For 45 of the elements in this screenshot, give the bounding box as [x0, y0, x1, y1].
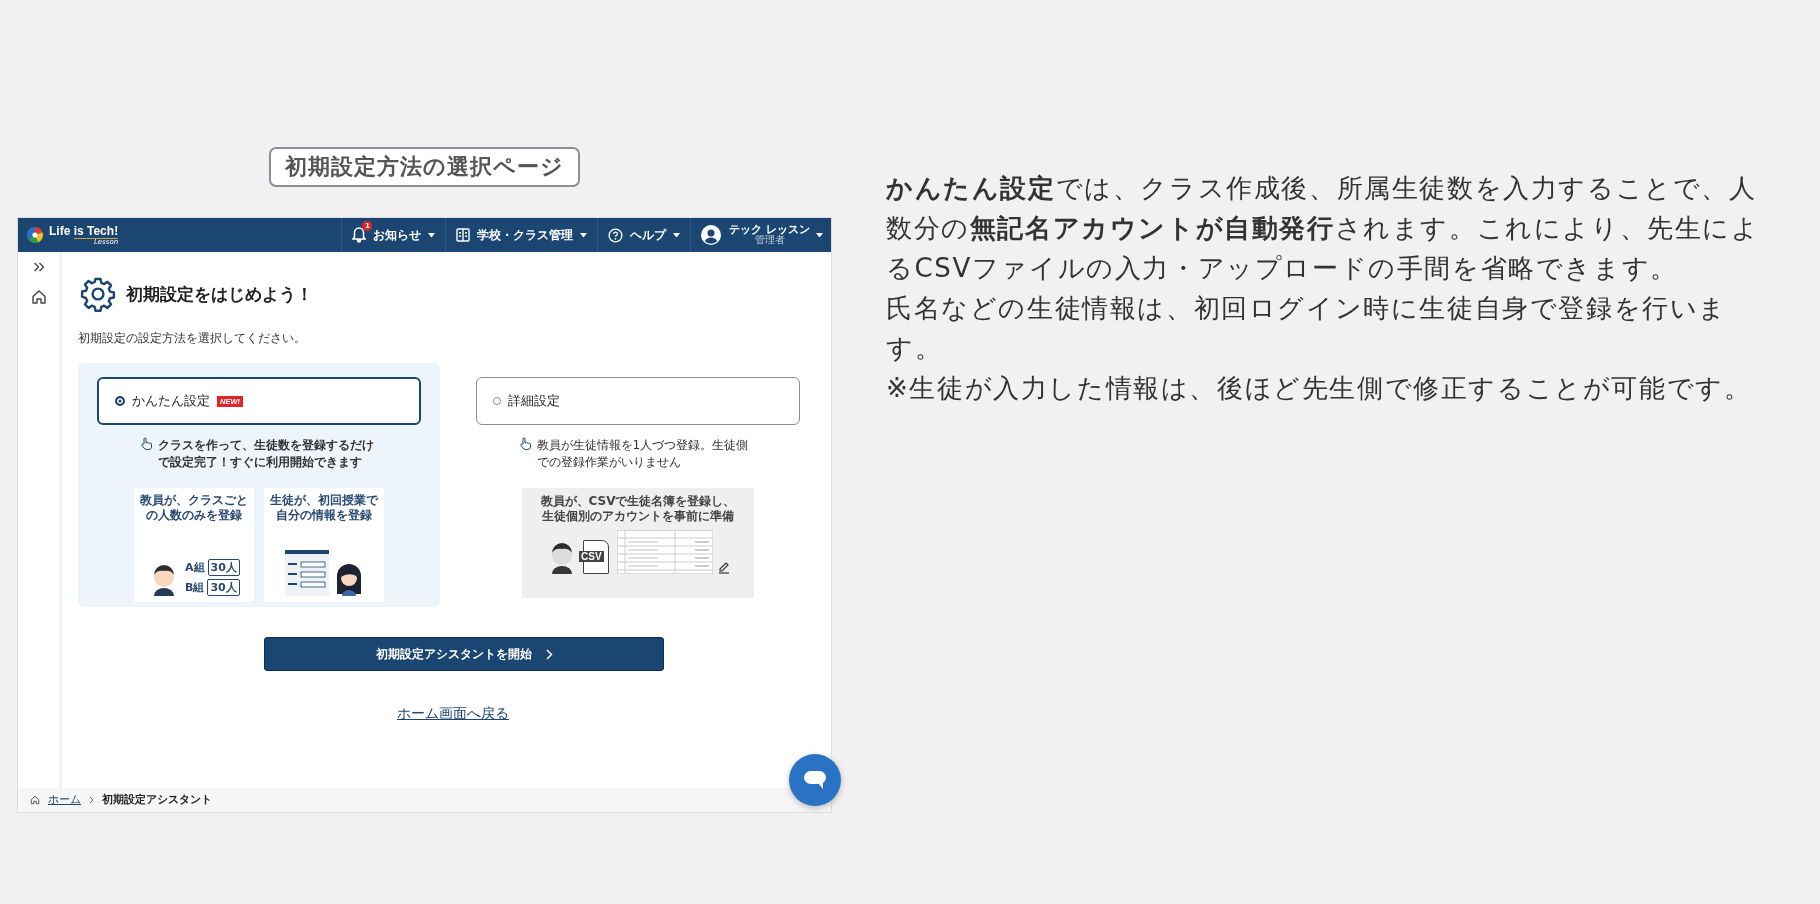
class-label: A組	[185, 559, 205, 575]
illustration-caption: 教員が、CSVで生徒名簿を登録し、生徒個別のアカウントを事前に準備	[539, 493, 737, 524]
pointer-hand-icon	[519, 437, 531, 450]
illustration-caption: 生徒が、初回授業で自分の情報を登録	[269, 492, 380, 523]
count-box: 30人	[207, 558, 240, 576]
class-label: B組	[185, 579, 205, 595]
avatar-icon	[701, 225, 722, 245]
breadcrumb-home-icon[interactable]	[30, 795, 40, 805]
explanation-paragraph: ※生徒が入力した情報は、後ほど先生側で修正することが可能です。	[886, 372, 1753, 405]
nav-menu[interactable]: ヘルプ	[597, 218, 691, 252]
back-home-link[interactable]: ホーム画面へ戻る	[397, 705, 509, 723]
logo-icon	[27, 227, 43, 243]
option-card[interactable]: 詳細設定	[476, 377, 800, 425]
caret-icon	[673, 232, 681, 238]
radio-button[interactable]	[115, 396, 125, 406]
count-box: 30人	[207, 578, 240, 596]
bell-icon	[352, 227, 367, 243]
start-assistant-button[interactable]: 初期設定アシスタントを開始	[264, 637, 664, 671]
expand-icon[interactable]	[32, 261, 45, 273]
chat-button[interactable]	[789, 754, 841, 806]
caret-icon	[428, 232, 436, 238]
explanation-paragraph: かんたん設定では、クラス作成後、所属生徒数を入力することで、人数分の無記名アカウントが自動発行されます。これにより、先生によるCSVファイルの入力・アップロードの手間を省略できます。	[886, 172, 1761, 285]
form-drawing	[284, 549, 329, 596]
home-icon[interactable]	[30, 289, 47, 305]
pointer-hand-icon	[140, 437, 152, 450]
user-menu[interactable]: テック レッスン 管理者	[690, 218, 831, 252]
explanation-paragraph: 氏名などの生徒情報は、初回ログイン時に生徒自身で登録を行います。	[886, 292, 1728, 365]
breadcrumb-current: 初期設定アシスタント	[102, 793, 212, 807]
page-caption: 初期設定方法の選択ページ	[269, 147, 580, 187]
logo-text: Life is Tech!	[49, 224, 119, 237]
page-title: 初期設定をはじめよう！	[126, 282, 313, 306]
chevron-icon	[89, 796, 94, 804]
option-description: 教員が生徒情報を1人づつ登録。生徒側での登録作業がいりません	[536, 437, 750, 472]
nav-menu[interactable]: 学校・クラス管理	[445, 218, 598, 252]
caret-icon	[816, 232, 823, 238]
breadcrumb-link[interactable]: ホーム	[48, 793, 81, 807]
illustration-caption: 教員が、クラスごとの人数のみを登録	[139, 492, 249, 523]
chat-icon	[804, 771, 826, 789]
page-subtitle: 初期設定の設定方法を選択してください。	[78, 330, 307, 347]
help-icon	[608, 227, 624, 243]
gear-icon	[80, 276, 116, 312]
building-icon	[456, 228, 471, 242]
option-description: クラスを作って、生徒数を登録するだけで設定完了！すぐに利用開始できます	[157, 437, 375, 472]
chevron-icon	[545, 648, 553, 660]
caret-icon	[580, 232, 588, 238]
